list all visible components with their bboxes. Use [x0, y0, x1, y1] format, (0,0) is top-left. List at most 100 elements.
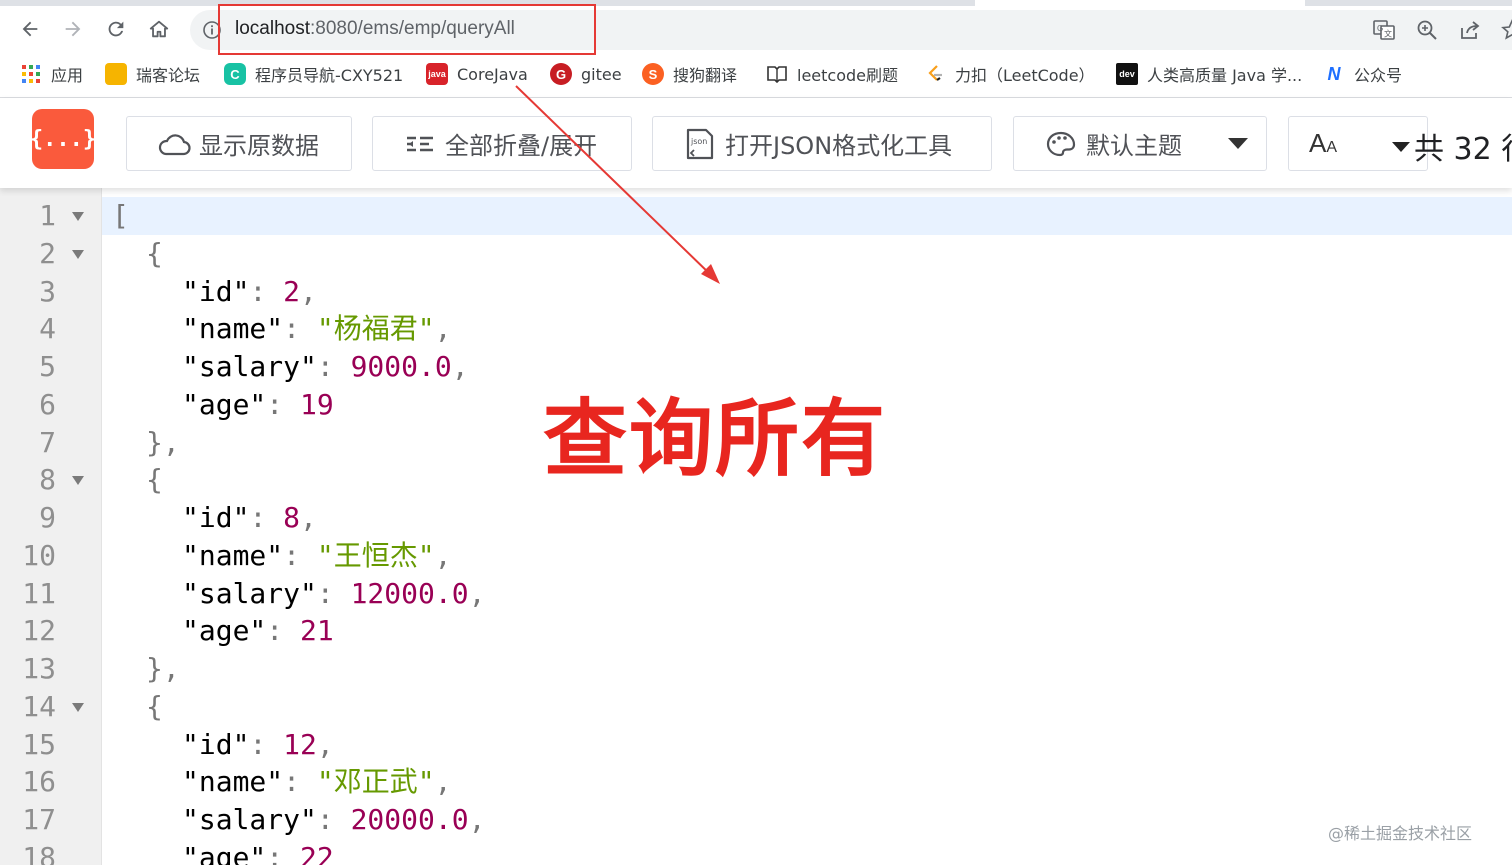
- caret-down-icon: [1392, 141, 1410, 152]
- star-icon: [1501, 19, 1512, 40]
- line-number: 6: [39, 388, 56, 421]
- tab-strip-right: [1305, 0, 1512, 6]
- fold-toggle-icon[interactable]: [72, 703, 84, 712]
- code-line: {: [146, 463, 163, 496]
- code-line: "age": 22: [182, 841, 334, 865]
- line-count-label: 共 32 行: [1414, 132, 1512, 167]
- bookmarks-bar: 应用 瑞客论坛 C 程序员导航-CXY521 java CoreJava G g…: [0, 58, 1512, 90]
- browser-chrome: localhost:8080/ems/emp/queryAll G文 应用 瑞客…: [0, 0, 1512, 98]
- show-raw-label: 显示原数据: [199, 132, 319, 160]
- bookmark-sogou[interactable]: S 搜狗翻译: [642, 58, 737, 90]
- fold-all-button[interactable]: 全部折叠/展开: [372, 116, 632, 171]
- back-button[interactable]: [15, 14, 45, 44]
- fold-toggle-icon[interactable]: [72, 250, 84, 259]
- active-line-highlight: [102, 197, 1512, 235]
- bookmark-label: leetcode刷题: [797, 66, 898, 85]
- leetcode-icon: [924, 63, 946, 85]
- bookmark-label: 人类高质量 Java 学...: [1147, 66, 1303, 85]
- bookmark-star-button[interactable]: [1500, 18, 1512, 42]
- code-line: "id": 8,: [182, 501, 317, 534]
- fold-toggle-icon[interactable]: [72, 212, 84, 221]
- code-line: "salary": 9000.0,: [182, 350, 469, 383]
- open-json-tool-button[interactable]: json 打开JSON格式化工具: [652, 116, 992, 171]
- folder-icon: [105, 63, 127, 85]
- line-number: 15: [22, 728, 56, 761]
- bookmark-label: 搜狗翻译: [673, 66, 738, 85]
- java-icon: java: [426, 63, 448, 85]
- palette-icon: [1044, 127, 1078, 161]
- dev-icon: dev: [1116, 63, 1138, 85]
- line-number: 1: [39, 199, 56, 232]
- zoom-button[interactable]: [1415, 18, 1439, 42]
- json-viewer-toolbar: {...} 显示原数据 全部折叠/展开 json 打开JSON格式化工具 默认主…: [0, 98, 1512, 188]
- show-raw-button[interactable]: 显示原数据: [126, 116, 352, 171]
- bookmark-java-learn[interactable]: dev 人类高质量 Java 学...: [1116, 58, 1302, 90]
- code-line: {: [146, 690, 163, 723]
- code-line: "name": "杨福君",: [182, 312, 452, 345]
- json-code-view[interactable]: 1 2 3 4 5 6 7 8 9 10 11 12 13 14 15 16 1…: [0, 188, 1512, 865]
- bookmark-corejava[interactable]: java CoreJava: [426, 58, 528, 90]
- open-json-tool-label: 打开JSON格式化工具: [725, 132, 953, 160]
- line-number: 14: [22, 690, 56, 723]
- line-number: 9: [39, 501, 56, 534]
- fold-all-label: 全部折叠/展开: [445, 132, 598, 160]
- code-line: "age": 21: [182, 614, 334, 647]
- line-number: 16: [22, 765, 56, 798]
- line-number: 13: [22, 652, 56, 685]
- line-number: 17: [22, 803, 56, 836]
- json-viewer-logo: {...}: [30, 109, 96, 169]
- share-button[interactable]: [1458, 18, 1482, 42]
- json-file-icon: json: [683, 127, 717, 161]
- bookmark-cxy521[interactable]: C 程序员导航-CXY521: [224, 58, 403, 90]
- line-count: 共 32 行: [1392, 124, 1512, 168]
- home-button[interactable]: [144, 14, 174, 44]
- bookmark-gongzhonghao[interactable]: N 公众号: [1323, 58, 1403, 90]
- bookmark-gitee[interactable]: G gitee: [550, 58, 622, 90]
- code-line: "id": 2,: [182, 275, 317, 308]
- sogou-icon: S: [642, 63, 664, 85]
- code-line: [: [112, 199, 129, 232]
- bookmark-likou[interactable]: 力扣（LeetCode）: [924, 58, 1095, 90]
- fold-list-icon: [403, 127, 437, 161]
- bookmark-label: CoreJava: [457, 64, 528, 84]
- bookmark-apps[interactable]: 应用: [20, 58, 83, 90]
- reload-icon: [108, 21, 124, 37]
- code-line: {: [146, 237, 163, 270]
- apps-grid-icon: [20, 63, 42, 85]
- code-line: "salary": 12000.0,: [182, 577, 486, 610]
- line-number: 5: [39, 350, 56, 383]
- line-number: 18: [22, 841, 56, 865]
- forward-button[interactable]: [58, 14, 88, 44]
- font-size-icon: AA: [1309, 128, 1338, 158]
- svg-text:文: 文: [1384, 29, 1392, 39]
- bookmark-leetcode-shuati[interactable]: leetcode刷题: [766, 58, 898, 90]
- annotation-label: 查询所有: [543, 390, 888, 488]
- line-number: 7: [39, 426, 56, 459]
- code-line: "id": 12,: [182, 728, 334, 761]
- line-number: 12: [22, 614, 56, 647]
- line-number: 10: [22, 539, 56, 572]
- bookmark-ruike[interactable]: 瑞客论坛: [105, 58, 200, 90]
- bookmark-label: 公众号: [1354, 66, 1403, 85]
- fold-toggle-icon[interactable]: [72, 476, 84, 485]
- bookmark-label: 力扣（LeetCode）: [955, 66, 1095, 85]
- bookmark-label: gitee: [581, 64, 622, 84]
- reload-button[interactable]: [101, 14, 131, 44]
- cxy-icon: C: [224, 63, 246, 85]
- theme-select[interactable]: 默认主题: [1013, 116, 1267, 171]
- line-number: 4: [39, 312, 56, 345]
- bookmark-label: 应用: [51, 66, 84, 85]
- n-icon: N: [1327, 63, 1341, 84]
- bookmark-label: 瑞客论坛: [136, 66, 201, 85]
- url-highlight-box: [218, 4, 596, 55]
- home-icon: [149, 20, 169, 38]
- arrow-left-icon: [22, 21, 38, 37]
- line-number: 11: [22, 577, 56, 610]
- code-line: "age": 19: [182, 388, 334, 421]
- zoom-in-icon: [1417, 20, 1437, 40]
- translate-button[interactable]: G文: [1372, 18, 1396, 42]
- line-number: 8: [39, 463, 56, 496]
- line-number: 2: [39, 237, 56, 270]
- arrow-right-icon: [65, 21, 81, 37]
- translate-icon: G文: [1373, 20, 1395, 40]
